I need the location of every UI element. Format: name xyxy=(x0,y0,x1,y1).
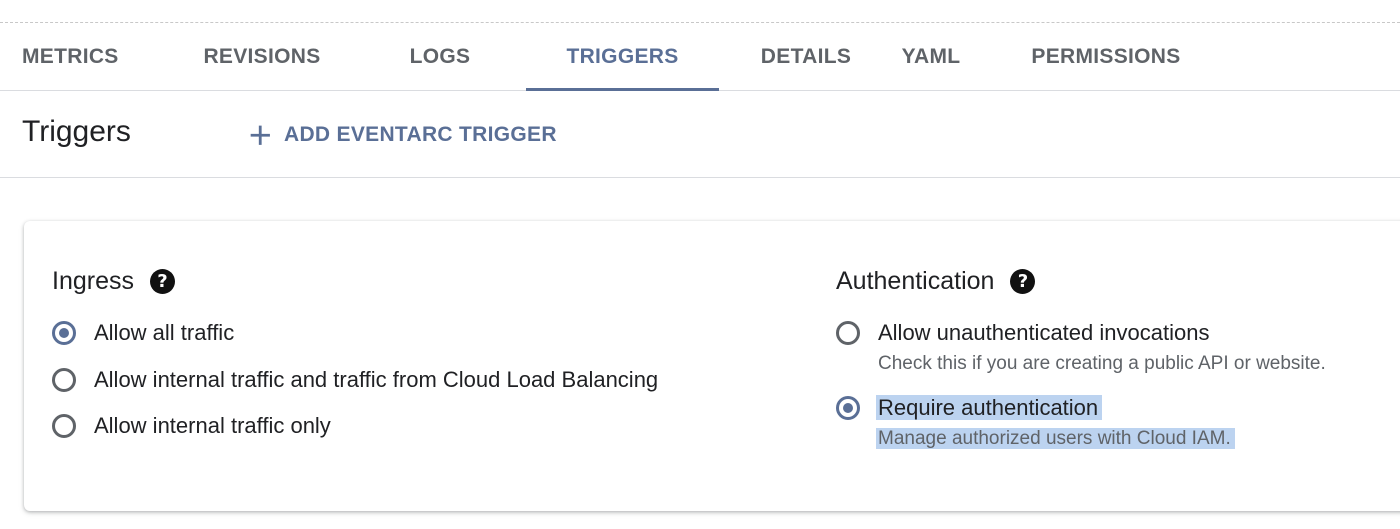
ingress-heading: Ingress ? xyxy=(52,267,175,296)
tab-permissions[interactable]: PERMISSIONS xyxy=(1016,24,1196,90)
page-header: Triggers ADD EVENTARC TRIGGER xyxy=(0,91,1400,178)
radio-button-checked[interactable] xyxy=(836,396,860,420)
radio-label: Require authentication xyxy=(876,394,1235,422)
radio-description: Manage authorized users with Cloud IAM. xyxy=(876,425,1235,453)
tab-logs[interactable]: LOGS xyxy=(392,24,488,90)
radio-text: Allow internal traffic and traffic from … xyxy=(94,366,658,394)
radio-label: Allow internal traffic only xyxy=(94,413,331,438)
ingress-option-all-traffic[interactable]: Allow all traffic xyxy=(52,319,234,347)
radio-text: Allow internal traffic only xyxy=(94,412,331,440)
radio-button[interactable] xyxy=(52,414,76,438)
page-title: Triggers xyxy=(22,115,131,148)
radio-text: Allow unauthenticated invocations Check … xyxy=(878,319,1326,378)
ingress-title: Ingress xyxy=(52,267,134,295)
radio-button-checked[interactable] xyxy=(52,321,76,345)
radio-label: Allow unauthenticated invocations xyxy=(878,320,1210,345)
authentication-title: Authentication xyxy=(836,267,995,295)
auth-option-unauthenticated[interactable]: Allow unauthenticated invocations Check … xyxy=(836,319,1326,378)
ingress-option-internal-only[interactable]: Allow internal traffic only xyxy=(52,412,331,440)
help-icon[interactable]: ? xyxy=(1010,269,1036,294)
radio-label: Allow internal traffic and traffic from … xyxy=(94,367,659,392)
settings-card: Ingress ? Allow all traffic Allow intern… xyxy=(24,221,1400,511)
help-icon[interactable]: ? xyxy=(149,269,175,294)
ingress-option-internal-and-lb[interactable]: Allow internal traffic and traffic from … xyxy=(52,366,658,394)
tab-details[interactable]: DETAILS xyxy=(746,24,866,90)
add-eventarc-trigger-button[interactable]: ADD EVENTARC TRIGGER xyxy=(246,117,557,153)
radio-button[interactable] xyxy=(836,321,860,345)
authentication-heading: Authentication ? xyxy=(836,267,1036,296)
tab-yaml[interactable]: YAML xyxy=(886,24,976,90)
selected-text: Manage authorized users with Cloud IAM. xyxy=(876,428,1235,449)
top-divider xyxy=(0,22,1400,23)
tab-metrics[interactable]: METRICS xyxy=(0,24,140,90)
radio-text: Require authentication Manage authorized… xyxy=(876,394,1235,453)
service-tabs: METRICS REVISIONS LOGS TRIGGERS DETAILS … xyxy=(0,24,1400,91)
tab-triggers[interactable]: TRIGGERS xyxy=(526,24,719,91)
selected-text: Require authentication xyxy=(876,395,1103,420)
tab-revisions[interactable]: REVISIONS xyxy=(170,24,354,90)
add-eventarc-trigger-label: ADD EVENTARC TRIGGER xyxy=(284,123,557,146)
auth-option-require-authentication[interactable]: Require authentication Manage authorized… xyxy=(836,394,1235,453)
radio-label: Allow all traffic xyxy=(94,320,235,345)
radio-description: Check this if you are creating a public … xyxy=(878,353,1326,374)
radio-button[interactable] xyxy=(52,368,76,392)
plus-icon xyxy=(250,125,270,145)
radio-text: Allow all traffic xyxy=(94,319,234,347)
